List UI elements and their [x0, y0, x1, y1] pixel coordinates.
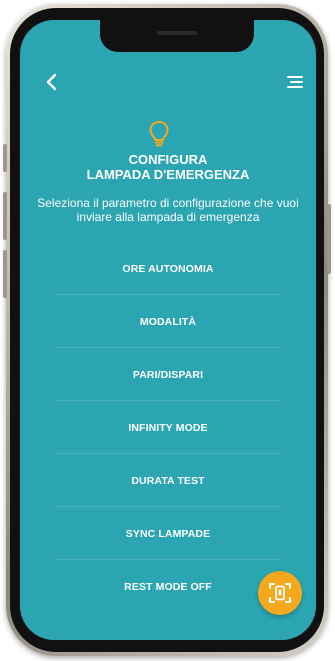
back-button[interactable] [40, 70, 64, 94]
options-list: ORE AUTONOMIA MODALITÀ PARI/DISPARI INFI… [20, 242, 316, 613]
option-label: REST MODE OFF [124, 580, 212, 593]
option-durata-test[interactable]: DURATA TEST [20, 454, 316, 507]
device-scan-button[interactable] [258, 571, 302, 615]
option-label: MODALITÀ [139, 315, 197, 328]
lightbulb-icon [149, 121, 169, 147]
page-title-line1: CONFIGURA [128, 152, 208, 167]
volume-down-button [3, 250, 7, 298]
power-button [327, 204, 331, 274]
option-label: SYNC LAMPADE [125, 527, 211, 540]
option-label: ORE AUTONOMIA [122, 262, 214, 275]
volume-up-button [3, 192, 7, 240]
mute-switch [3, 144, 7, 172]
menu-icon [287, 76, 303, 88]
option-ore-autonomia[interactable]: ORE AUTONOMIA [20, 242, 316, 295]
speaker-grille [157, 31, 197, 35]
option-pari-dispari[interactable]: PARI/DISPARI [20, 348, 316, 401]
menu-button[interactable] [282, 70, 306, 94]
option-label: PARI/DISPARI [132, 368, 204, 381]
option-modalita[interactable]: MODALITÀ [20, 295, 316, 348]
page-title: CONFIGURA LAMPADA D'EMERGENZA [20, 152, 316, 182]
page-title-line2: LAMPADA D'EMERGENZA [86, 167, 250, 182]
app-screen: CONFIGURA LAMPADA D'EMERGENZA Seleziona … [20, 20, 316, 640]
option-infinity-mode[interactable]: INFINITY MODE [20, 401, 316, 454]
device-scan-icon [269, 583, 291, 603]
option-sync-lampade[interactable]: SYNC LAMPADE [20, 507, 316, 560]
page-subtitle: Seleziona il parametro di configurazione… [37, 196, 299, 224]
option-label: DURATA TEST [131, 474, 205, 487]
chevron-left-icon [46, 73, 57, 91]
notch [100, 20, 254, 52]
option-label: INFINITY MODE [128, 421, 208, 434]
